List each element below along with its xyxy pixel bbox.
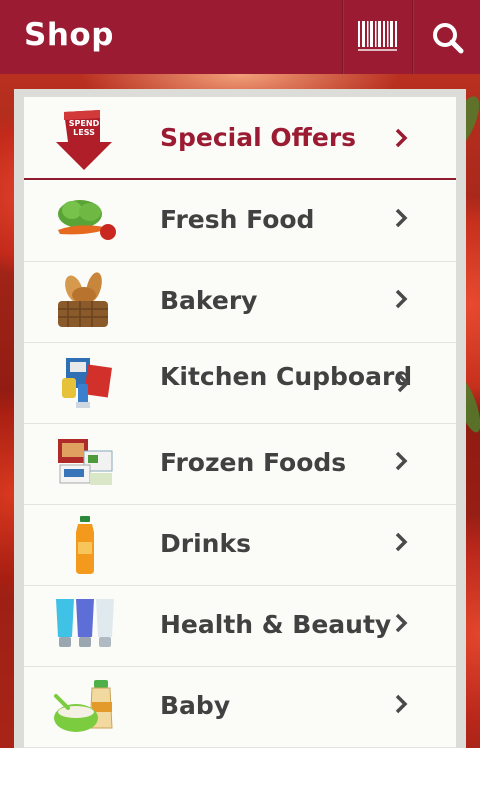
spend-less-badge: SPEND LESS bbox=[68, 119, 100, 137]
chevron-right-icon bbox=[395, 289, 408, 309]
category-label: Health & Beauty bbox=[160, 610, 392, 639]
bread-basket-icon bbox=[58, 272, 108, 327]
frozen-food-icon bbox=[58, 439, 113, 485]
search-icon bbox=[433, 23, 464, 54]
barcode-scan-button[interactable] bbox=[342, 0, 411, 74]
baby-food-icon bbox=[54, 680, 113, 732]
category-label: Special Offers bbox=[160, 123, 357, 152]
category-label: Frozen Foods bbox=[160, 448, 347, 477]
category-label: Bakery bbox=[160, 286, 258, 315]
category-list: SPEND LESS Special Offers Fresh Food Bak… bbox=[24, 97, 456, 748]
category-item-frozen-foods[interactable]: Frozen Foods bbox=[24, 423, 456, 505]
juice-bottle-icon bbox=[76, 516, 94, 574]
category-label: Baby bbox=[160, 691, 231, 720]
category-item-health-beauty[interactable]: Health & Beauty bbox=[24, 585, 456, 667]
page-title: Shop bbox=[24, 17, 114, 53]
chevron-right-icon bbox=[395, 694, 408, 714]
spend-less-arrow-icon bbox=[56, 110, 112, 170]
app-header: Shop bbox=[0, 0, 480, 74]
chevron-right-icon bbox=[395, 128, 408, 148]
category-item-bakery[interactable]: Bakery bbox=[24, 261, 456, 343]
cosmetic-tubes-icon bbox=[56, 599, 114, 647]
category-label: Drinks bbox=[160, 529, 251, 558]
chevron-right-icon bbox=[397, 373, 410, 393]
category-item-fresh-food[interactable]: Fresh Food bbox=[24, 180, 456, 262]
barcode-icon bbox=[358, 21, 397, 51]
category-item-kitchen-cupboard[interactable]: Kitchen Cupboard bbox=[24, 342, 456, 424]
search-button[interactable] bbox=[412, 0, 480, 74]
chevron-right-icon bbox=[395, 532, 408, 552]
category-item-special-offers[interactable]: SPEND LESS Special Offers bbox=[24, 97, 456, 180]
category-item-baby[interactable]: Baby bbox=[24, 666, 456, 748]
cupboard-groceries-icon bbox=[62, 358, 112, 408]
category-label: Kitchen Cupboard bbox=[160, 362, 413, 391]
category-item-drinks[interactable]: Drinks bbox=[24, 504, 456, 586]
chevron-right-icon bbox=[395, 613, 408, 633]
fresh-food-icon bbox=[58, 200, 116, 240]
category-label: Fresh Food bbox=[160, 205, 315, 234]
chevron-right-icon bbox=[395, 208, 408, 228]
chevron-right-icon bbox=[395, 451, 408, 471]
